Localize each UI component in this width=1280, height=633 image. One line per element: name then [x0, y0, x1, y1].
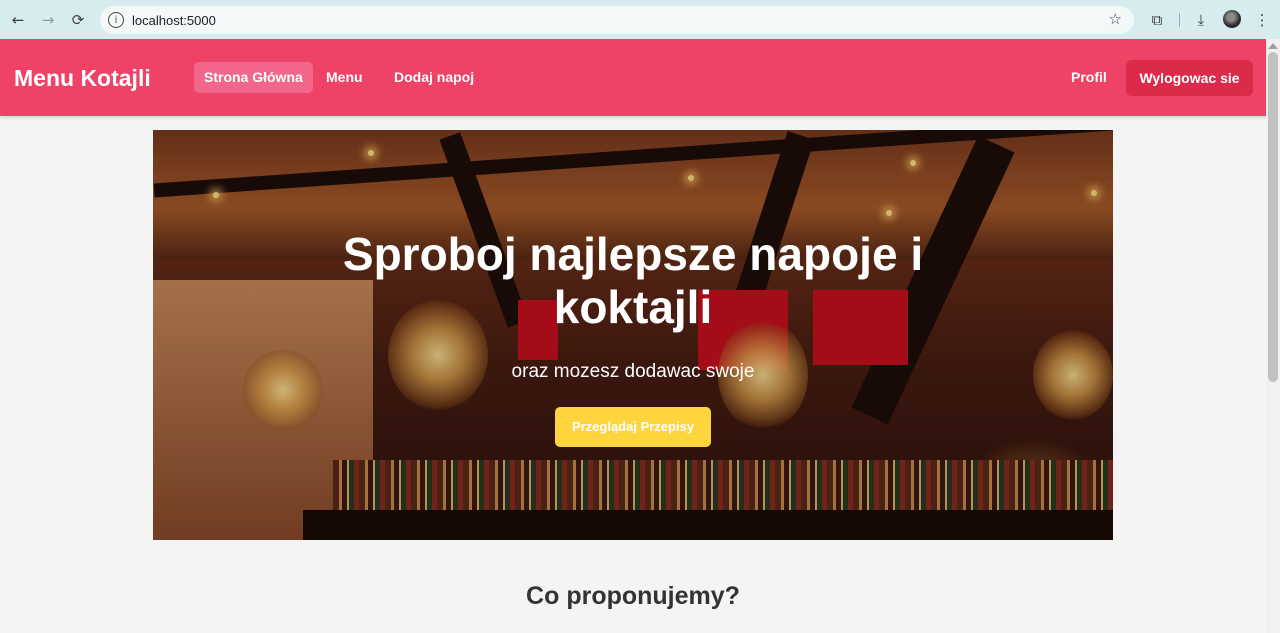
bookmark-star-icon[interactable]: ☆ [1109, 10, 1122, 28]
brand-logo[interactable]: Menu Kotajli [14, 65, 151, 92]
toolbar-divider [1179, 13, 1180, 27]
scrollbar-thumb[interactable] [1268, 52, 1278, 382]
download-icon[interactable]: ⤓ [1190, 9, 1212, 31]
forward-icon[interactable]: → [37, 9, 59, 31]
kebab-menu-icon[interactable]: ⋮ [1251, 9, 1273, 31]
hero-overlay [153, 130, 1113, 540]
section-heading: Co proponujemy? [526, 582, 740, 610]
hero-banner: Sproboj najlepsze napoje i koktajli oraz… [153, 130, 1113, 540]
nav-link-home[interactable]: Strona Główna [194, 62, 313, 93]
url-text[interactable]: localhost:5000 [132, 13, 216, 28]
back-icon[interactable]: ← [7, 9, 29, 31]
hero-subtitle: oraz mozesz dodawac swoje [511, 361, 755, 382]
logout-button[interactable]: Wylogowac sie [1126, 60, 1253, 96]
address-bar[interactable]: i localhost:5000 ☆ [100, 6, 1134, 34]
site-navbar: Menu Kotajli Strona Główna Menu Dodaj na… [0, 39, 1266, 116]
nav-link-menu[interactable]: Menu [316, 62, 373, 93]
hero-title: Sproboj najlepsze napoje i koktajli [342, 228, 924, 333]
browser-toolbar: ← → ⟳ i localhost:5000 ☆ ⧉ ⤓ ⋮ [0, 0, 1280, 39]
nav-link-profile[interactable]: Profil [1061, 62, 1117, 93]
site-info-icon[interactable]: i [108, 12, 124, 28]
scroll-up-arrow-icon[interactable] [1268, 43, 1278, 49]
reload-icon[interactable]: ⟳ [67, 9, 89, 31]
extensions-icon[interactable]: ⧉ [1146, 9, 1168, 31]
nav-link-add-drink[interactable]: Dodaj napoj [384, 62, 484, 93]
browse-recipes-button[interactable]: Przeglądaj Przepisy [555, 407, 711, 447]
profile-avatar[interactable] [1223, 10, 1241, 28]
